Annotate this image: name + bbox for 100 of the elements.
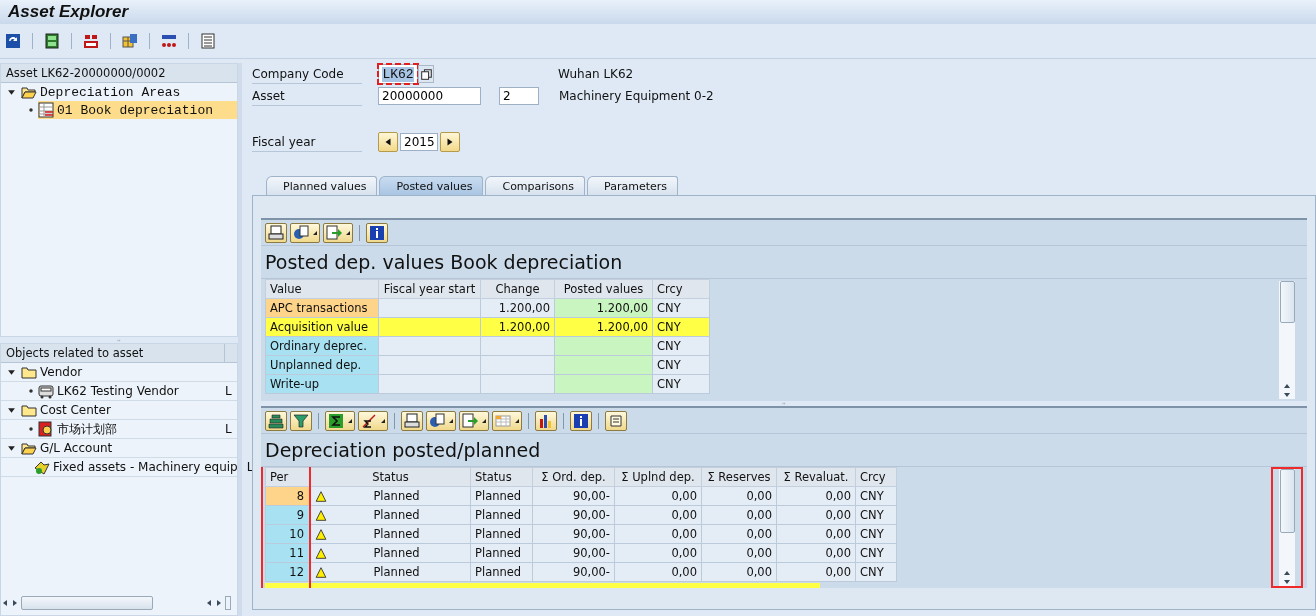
scrollbar-thumb[interactable]	[1279, 281, 1295, 323]
print-icon	[404, 412, 420, 429]
scroll-right-icon[interactable]	[215, 598, 223, 608]
folder-icon	[21, 402, 37, 418]
folder-icon	[21, 440, 37, 456]
subtotal-button[interactable]	[358, 410, 388, 431]
graphic-icon	[538, 412, 554, 429]
expanded-caret-icon[interactable]	[7, 405, 16, 415]
tree-header: Objects related to asset	[1, 344, 225, 363]
column-header[interactable]: Per	[265, 467, 311, 487]
refresh-button[interactable]	[4, 32, 22, 50]
export-button[interactable]	[323, 222, 353, 243]
table-icon	[122, 33, 138, 49]
column-header[interactable]: Σ Revaluat.	[776, 467, 856, 487]
tab[interactable]: Planned values	[266, 176, 378, 195]
previous-year-button[interactable]	[378, 132, 398, 152]
tree-item[interactable]: Vendor	[21, 363, 237, 381]
right-triangle-icon	[446, 137, 454, 147]
company-code-field[interactable]: LK62	[378, 64, 418, 84]
filter-button[interactable]	[290, 410, 312, 431]
sum-button[interactable]	[325, 410, 355, 431]
vertical-scrollbar[interactable]	[1279, 281, 1295, 399]
print-button[interactable]	[265, 222, 287, 243]
info-button[interactable]	[366, 222, 388, 243]
scrollbar-thumb[interactable]	[1279, 469, 1295, 533]
field-label: Fiscal year	[252, 132, 362, 152]
list-button[interactable]	[199, 32, 217, 50]
graphic-button[interactable]	[535, 410, 557, 431]
details-button[interactable]	[290, 222, 320, 243]
tab[interactable]: Comparisons	[485, 176, 586, 195]
details-icon	[429, 412, 445, 429]
column-header[interactable]: Σ Ord. dep.	[532, 467, 615, 487]
scroll-left-icon[interactable]	[1, 598, 9, 608]
field-label: Asset	[252, 86, 362, 106]
field-label: Company Code	[252, 64, 362, 84]
dropdown-caret-icon	[348, 418, 352, 423]
column-header[interactable]: Posted values	[554, 279, 653, 299]
asset-number-field[interactable]: 20000000	[378, 87, 481, 105]
tree-item[interactable]: LK62 Testing Vendor	[38, 382, 220, 400]
bus-icon	[38, 383, 54, 399]
tree-item[interactable]: Fixed assets - Machinery equip	[34, 458, 242, 476]
tree-item[interactable]: Depreciation Areas	[21, 83, 237, 101]
dropdown-caret-icon	[515, 418, 519, 423]
column-header[interactable]: Σ Reserves	[701, 467, 777, 487]
dropdown-caret-icon	[482, 418, 486, 423]
details-button[interactable]	[426, 410, 456, 431]
left-triangle-icon	[384, 137, 392, 147]
layout-button[interactable]	[492, 410, 522, 431]
vertical-scrollbar[interactable]	[1279, 469, 1295, 586]
list-icon	[200, 33, 216, 49]
export-button[interactable]	[459, 410, 489, 431]
window-title: Asset Explorer	[8, 2, 128, 22]
column-header[interactable]: Σ Uplnd dep.	[614, 467, 702, 487]
expanded-caret-icon[interactable]	[7, 367, 16, 377]
tree-item[interactable]: Cost Center	[21, 401, 237, 419]
table-cell-text: Planned	[372, 527, 421, 541]
filter-icon	[293, 412, 309, 429]
column-header[interactable]: Change	[480, 279, 555, 299]
scroll-left-icon[interactable]	[205, 598, 213, 608]
column-header[interactable]: Status	[310, 467, 471, 487]
print-button[interactable]	[401, 410, 423, 431]
note-button[interactable]	[605, 410, 627, 431]
info-icon	[369, 224, 385, 241]
tree-item[interactable]: G/L Account	[21, 439, 237, 457]
column-header[interactable]: Crcy	[855, 467, 897, 487]
print-icon	[268, 224, 284, 241]
fiscal-year-field[interactable]: 2015	[400, 133, 438, 151]
tree-item[interactable]: 市场计划部	[38, 420, 220, 438]
table-cell-text: Planned	[372, 565, 421, 579]
dropdown-caret-icon	[313, 230, 317, 235]
tab[interactable]: Parameters	[587, 176, 678, 195]
info-button[interactable]	[570, 410, 592, 431]
bullet-icon	[29, 427, 33, 431]
scroll-up-icon[interactable]	[1282, 382, 1292, 390]
export-icon	[326, 224, 342, 241]
scroll-up-icon[interactable]	[1282, 569, 1292, 577]
tab[interactable]: Posted values	[379, 176, 484, 195]
scrollbar-thumb[interactable]	[225, 596, 231, 610]
asset-subnumber-field[interactable]: 2	[499, 87, 539, 105]
column-header[interactable]: Status	[470, 467, 533, 487]
info-icon	[573, 412, 589, 429]
tree-item[interactable]: 01 Book depreciation	[38, 101, 237, 119]
display-button[interactable]	[43, 32, 61, 50]
expanded-caret-icon[interactable]	[7, 443, 16, 453]
table-cell-text: Planned	[372, 489, 421, 503]
sort-icon	[268, 412, 284, 429]
scrollbar-thumb[interactable]	[21, 596, 153, 610]
expanded-caret-icon[interactable]	[7, 87, 16, 97]
scroll-down-icon[interactable]	[1282, 578, 1292, 586]
column-header[interactable]: Value	[265, 279, 379, 299]
scroll-right-icon[interactable]	[11, 598, 19, 608]
sort-button[interactable]	[265, 410, 287, 431]
column-header[interactable]: Fiscal year start	[378, 279, 481, 299]
table-button[interactable]	[121, 32, 139, 50]
scroll-down-icon[interactable]	[1282, 391, 1292, 399]
next-year-button[interactable]	[440, 132, 460, 152]
column-header[interactable]: Crcy	[652, 279, 710, 299]
layout-icon	[495, 412, 511, 429]
export-icon	[462, 412, 478, 429]
value-help-button[interactable]	[418, 65, 434, 83]
